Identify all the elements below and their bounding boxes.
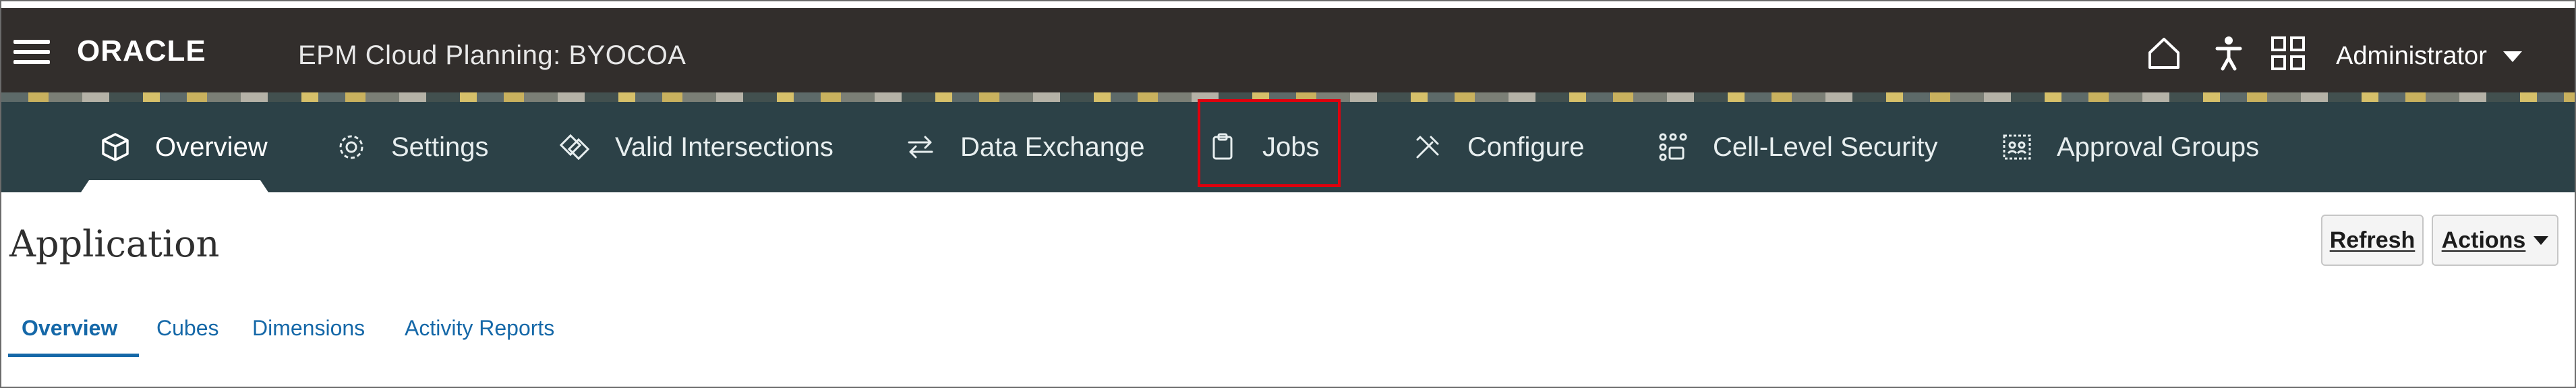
nav-label: Valid Intersections xyxy=(615,132,833,162)
menu-icon[interactable] xyxy=(13,40,50,64)
nav-label: Settings xyxy=(391,132,489,162)
app-title: EPM Cloud Planning: BYOCOA xyxy=(298,40,686,70)
nav-overview[interactable]: Overview xyxy=(100,102,268,192)
actions-label: Actions xyxy=(2441,227,2526,253)
tab-overview[interactable]: Overview xyxy=(22,316,117,341)
tools-icon xyxy=(1416,136,1439,159)
nav-label: Configure xyxy=(1467,132,1585,162)
exchange-arrows-icon xyxy=(908,136,933,159)
actions-button[interactable]: Actions xyxy=(2432,215,2558,266)
nav-data-exchange[interactable]: Data Exchange xyxy=(905,102,1145,192)
tab-cubes[interactable]: Cubes xyxy=(156,316,219,341)
intersect-icon xyxy=(560,134,590,161)
page-title: Application xyxy=(9,223,220,265)
nav-valid-intersections[interactable]: Valid Intersections xyxy=(560,102,833,192)
oracle-logo: ORACLE xyxy=(77,35,206,66)
cell-security-icon xyxy=(1659,133,1687,161)
tab-activity-reports[interactable]: Activity Reports xyxy=(405,316,554,341)
chevron-down-icon xyxy=(2534,235,2549,245)
active-tab-indicator xyxy=(81,180,268,192)
nav-label: Overview xyxy=(155,132,268,162)
nav-label: Cell-Level Security xyxy=(1713,132,1938,162)
refresh-label: Refresh xyxy=(2329,227,2416,253)
app-header: ORACLE EPM Cloud Planning: BYOCOA Admini… xyxy=(1,8,2575,92)
chevron-down-icon[interactable] xyxy=(2503,51,2522,62)
approval-groups-icon xyxy=(2003,134,2031,160)
gear-icon xyxy=(339,135,363,159)
nav-approval-groups[interactable]: Approval Groups xyxy=(2001,102,2259,192)
nav-cell-level-security[interactable]: Cell-Level Security xyxy=(1658,102,1937,192)
home-icon[interactable] xyxy=(2144,34,2184,73)
nav-label: Approval Groups xyxy=(2057,132,2260,162)
nav-settings[interactable]: Settings xyxy=(336,102,489,192)
nav-configure[interactable]: Configure xyxy=(1412,102,1584,192)
cube-icon xyxy=(102,133,129,161)
navigator-grid-icon[interactable] xyxy=(2268,34,2308,73)
nav-label: Data Exchange xyxy=(960,132,1145,162)
svg-text:ORACLE: ORACLE xyxy=(77,35,206,66)
refresh-button[interactable]: Refresh xyxy=(2321,215,2424,266)
accessibility-icon[interactable] xyxy=(2209,34,2248,73)
user-menu[interactable]: Administrator xyxy=(2336,42,2487,71)
active-tab-underline xyxy=(8,354,139,357)
tab-dimensions[interactable]: Dimensions xyxy=(252,316,365,341)
jobs-highlight-box xyxy=(1198,99,1341,187)
